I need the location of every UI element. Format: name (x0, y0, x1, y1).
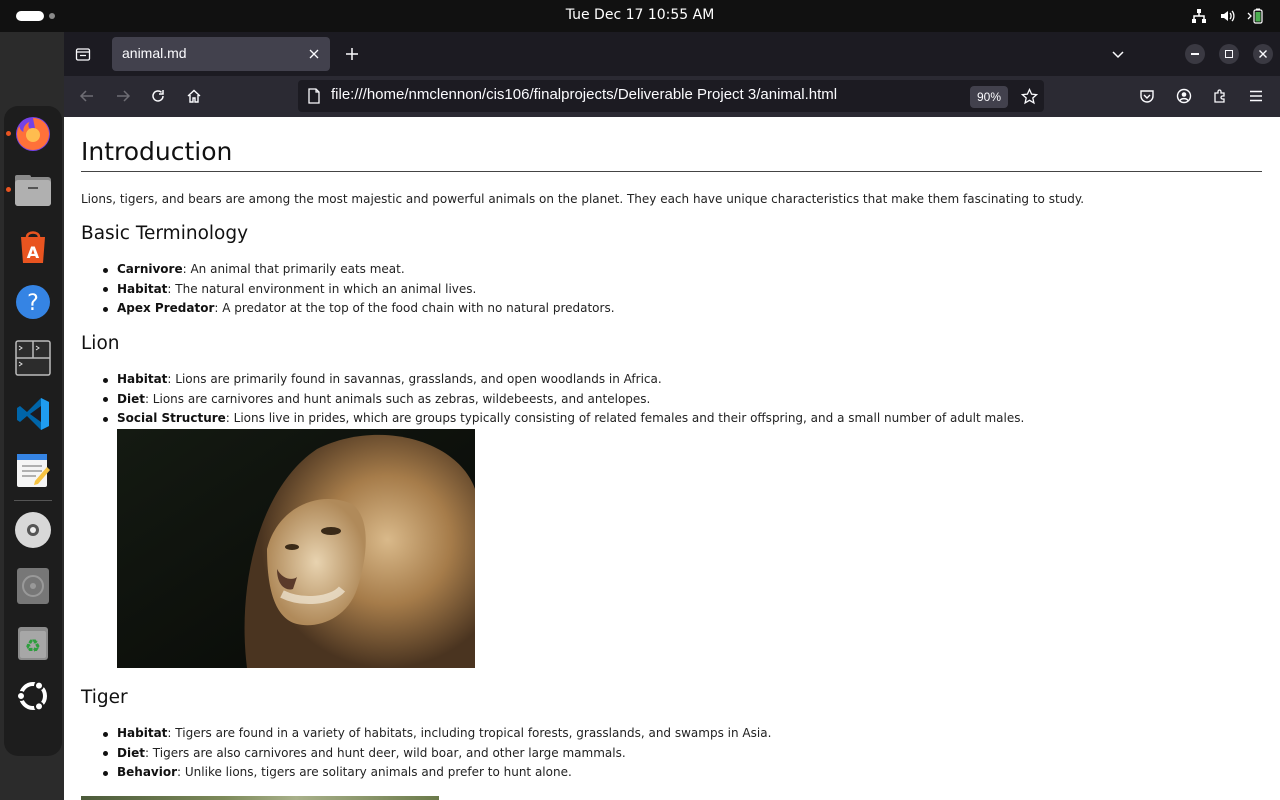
terminology-list: Carnivore: An animal that primarily eats… (102, 260, 615, 319)
trash-icon[interactable]: ♻ (13, 622, 53, 662)
tab-title: animal.md (122, 45, 187, 61)
account-icon[interactable] (1170, 82, 1198, 110)
tab-animal-md[interactable]: animal.md (112, 37, 330, 71)
navigation-toolbar: file:///home/nmclennon/cis106/finalproje… (64, 76, 1280, 117)
page-title: Introduction (81, 137, 233, 166)
heading-basic-terminology: Basic Terminology (81, 223, 249, 244)
list-item: Habitat: Tigers are found in a variety o… (102, 724, 771, 744)
page-file-icon[interactable] (300, 82, 328, 110)
list-item: Behavior: Unlike lions, tigers are solit… (102, 763, 771, 783)
reload-icon[interactable] (144, 82, 172, 110)
heading-lion: Lion (81, 333, 120, 354)
heading-divider (81, 171, 1262, 172)
tiger-list: Habitat: Tigers are found in a variety o… (102, 724, 771, 783)
dock-separator (14, 500, 52, 501)
zoom-level-badge[interactable]: 90% (970, 86, 1008, 108)
page-content: Introduction Lions, tigers, and bears ar… (64, 117, 1280, 800)
svg-text:♻: ♻ (25, 636, 41, 657)
close-window-icon[interactable] (1249, 40, 1277, 68)
help-icon[interactable]: ? (13, 282, 53, 322)
terminal-icon[interactable] (13, 338, 53, 378)
running-indicator (6, 187, 11, 192)
volume-icon[interactable] (1218, 8, 1236, 24)
system-top-bar: Tue Dec 17 10:55 AM (0, 0, 1280, 32)
list-item: Habitat: The natural environment in whic… (102, 280, 615, 300)
pocket-icon[interactable] (1133, 82, 1161, 110)
network-icon[interactable] (1190, 8, 1208, 24)
lion-image (117, 429, 475, 668)
vscode-icon[interactable] (13, 394, 53, 434)
files-icon[interactable] (13, 170, 53, 210)
back-arrow-icon[interactable] (73, 82, 101, 110)
running-indicator (6, 131, 11, 136)
intro-paragraph: Lions, tigers, and bears are among the m… (81, 192, 1085, 206)
list-item: Habitat: Lions are primarily found in sa… (102, 370, 1024, 390)
list-item: Carnivore: An animal that primarily eats… (102, 260, 615, 280)
home-icon[interactable] (180, 82, 208, 110)
disc-drive-icon[interactable] (13, 566, 53, 606)
app-center-icon[interactable]: A (13, 226, 53, 266)
list-item: Diet: Lions are carnivores and hunt anim… (102, 390, 1024, 410)
url-bar[interactable]: file:///home/nmclennon/cis106/finalproje… (298, 80, 1044, 112)
disc-icon[interactable] (13, 510, 53, 550)
svg-text:?: ? (27, 291, 39, 316)
new-tab-icon[interactable] (338, 40, 366, 68)
battery-icon[interactable] (1246, 8, 1264, 24)
close-tab-icon[interactable] (300, 40, 328, 68)
tiger-image (81, 796, 439, 800)
bookmark-star-icon[interactable] (1015, 82, 1043, 110)
minimize-icon[interactable] (1181, 40, 1209, 68)
maximize-icon[interactable] (1215, 40, 1243, 68)
firefox-icon[interactable] (13, 114, 53, 154)
list-tabs-chevron-down-icon[interactable] (1104, 40, 1132, 68)
browser-window: animal.md file:///home/nmclennon/cis106/… (64, 32, 1280, 800)
lion-list: Habitat: Lions are primarily found in sa… (102, 370, 1024, 429)
firefox-view-icon[interactable] (69, 40, 97, 68)
forward-arrow-icon[interactable] (109, 82, 137, 110)
list-item: Diet: Tigers are also carnivores and hun… (102, 744, 771, 764)
text-editor-icon[interactable] (13, 450, 53, 490)
dock: A ? ♻ (0, 32, 64, 800)
menu-hamburger-icon[interactable] (1242, 82, 1270, 110)
list-item: Social Structure: Lions live in prides, … (102, 409, 1024, 429)
url-text[interactable]: file:///home/nmclennon/cis106/finalproje… (331, 86, 837, 103)
extensions-icon[interactable] (1206, 82, 1234, 110)
tab-bar: animal.md (64, 32, 1280, 76)
list-item: Apex Predator: A predator at the top of … (102, 299, 615, 319)
heading-tiger: Tiger (81, 687, 128, 708)
clock[interactable]: Tue Dec 17 10:55 AM (0, 7, 1280, 23)
ubuntu-icon[interactable] (13, 676, 53, 716)
svg-text:A: A (27, 243, 40, 262)
